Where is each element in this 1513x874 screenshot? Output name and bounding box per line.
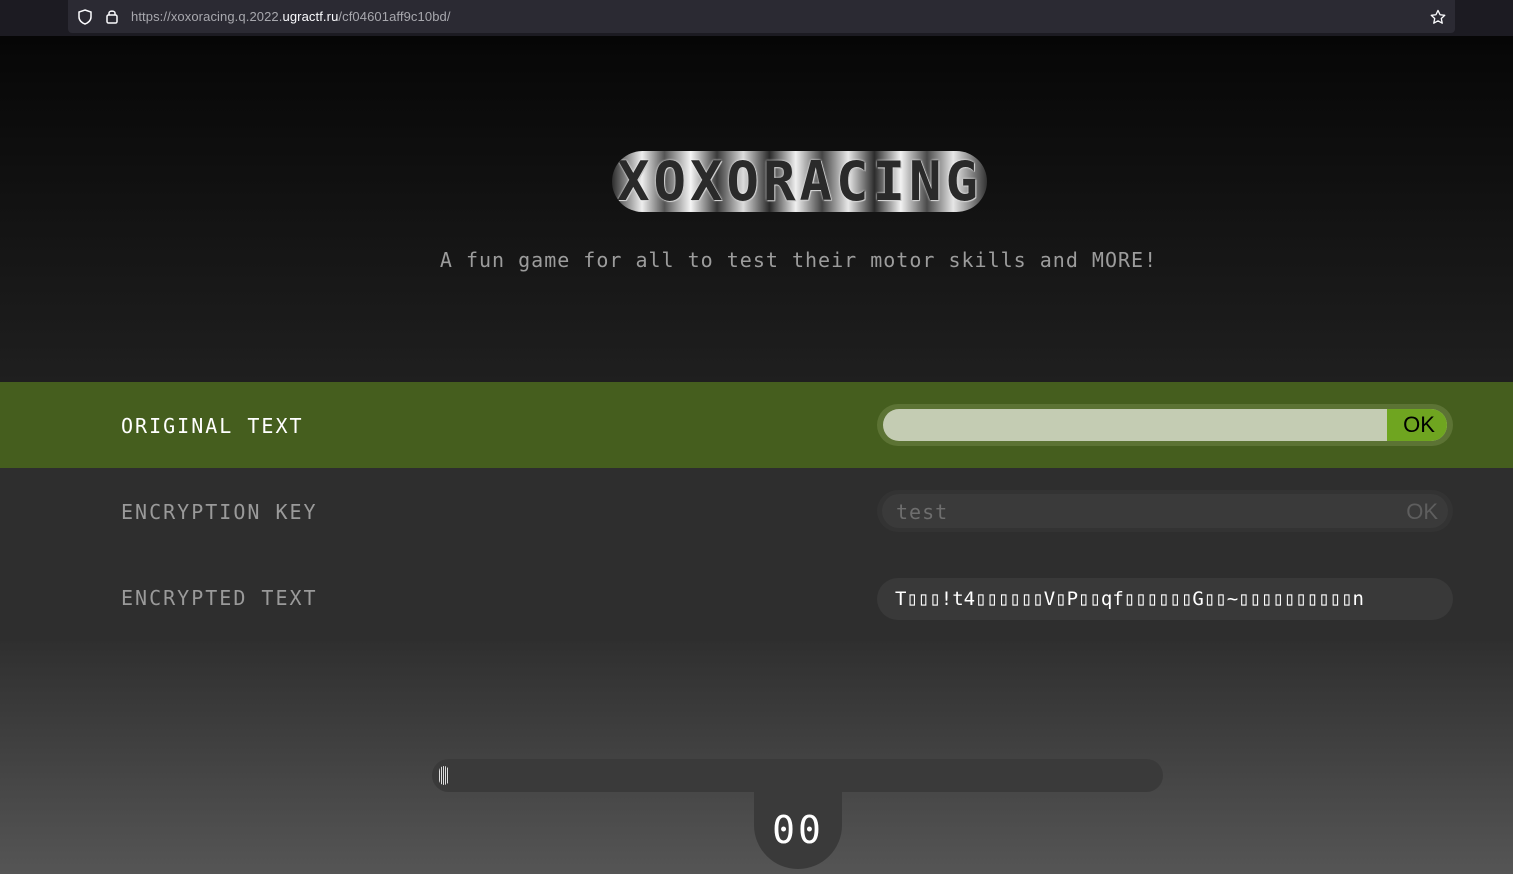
tagline: A fun game for all to test their motor s… — [439, 248, 1158, 272]
game-area: 00 — [0, 641, 1513, 874]
original-ok-button[interactable]: OK — [1387, 409, 1447, 441]
score-counter: 00 — [754, 791, 842, 869]
logo: XOXORACING — [612, 151, 987, 212]
url-text[interactable]: https://xoxoracing.q.2022.ugractf.ru/cf0… — [131, 9, 451, 24]
progress-knob[interactable] — [439, 766, 449, 785]
encryption-key-input[interactable]: test OK — [882, 494, 1448, 528]
encrypted-text-row: ENCRYPTED TEXT T▯▯▯!t4▯▯▯▯▯▯V▯P▯▯qf▯▯▯▯▯… — [0, 554, 1513, 641]
key-ok-button[interactable]: OK — [1406, 499, 1438, 525]
encryption-key-field: test OK — [877, 490, 1453, 532]
hero-section: XOXORACING A fun game for all to test th… — [0, 36, 1513, 382]
score-value: 00 — [772, 808, 824, 852]
original-text-field: OK — [877, 404, 1453, 446]
logo-text: XOXORACING — [616, 151, 983, 212]
encrypted-text-label: ENCRYPTED TEXT — [121, 586, 318, 610]
lock-icon[interactable] — [104, 8, 120, 25]
progress-track — [432, 759, 1163, 792]
encryption-key-label: ENCRYPTION KEY — [121, 500, 318, 524]
encryption-key-row: ENCRYPTION KEY test OK — [0, 468, 1513, 554]
original-text-row: ORIGINAL TEXT OK — [0, 382, 1513, 468]
encrypted-text-value: T▯▯▯!t4▯▯▯▯▯▯V▯P▯▯qf▯▯▯▯▯▯G▯▯~▯▯▯▯▯▯▯▯▯▯… — [895, 588, 1364, 610]
shield-icon[interactable] — [77, 8, 93, 25]
encryption-key-value: test — [896, 500, 949, 524]
browser-toolbar: https://xoxoracing.q.2022.ugractf.ru/cf0… — [0, 0, 1513, 36]
original-text-input[interactable]: OK — [883, 409, 1447, 441]
star-icon[interactable] — [1430, 8, 1446, 25]
original-text-label: ORIGINAL TEXT — [121, 414, 304, 438]
encrypted-text-field[interactable]: T▯▯▯!t4▯▯▯▯▯▯V▯P▯▯qf▯▯▯▯▯▯G▯▯~▯▯▯▯▯▯▯▯▯▯… — [877, 578, 1453, 620]
address-bar[interactable]: https://xoxoracing.q.2022.ugractf.ru/cf0… — [68, 0, 1455, 33]
page: XOXORACING A fun game for all to test th… — [0, 36, 1513, 874]
